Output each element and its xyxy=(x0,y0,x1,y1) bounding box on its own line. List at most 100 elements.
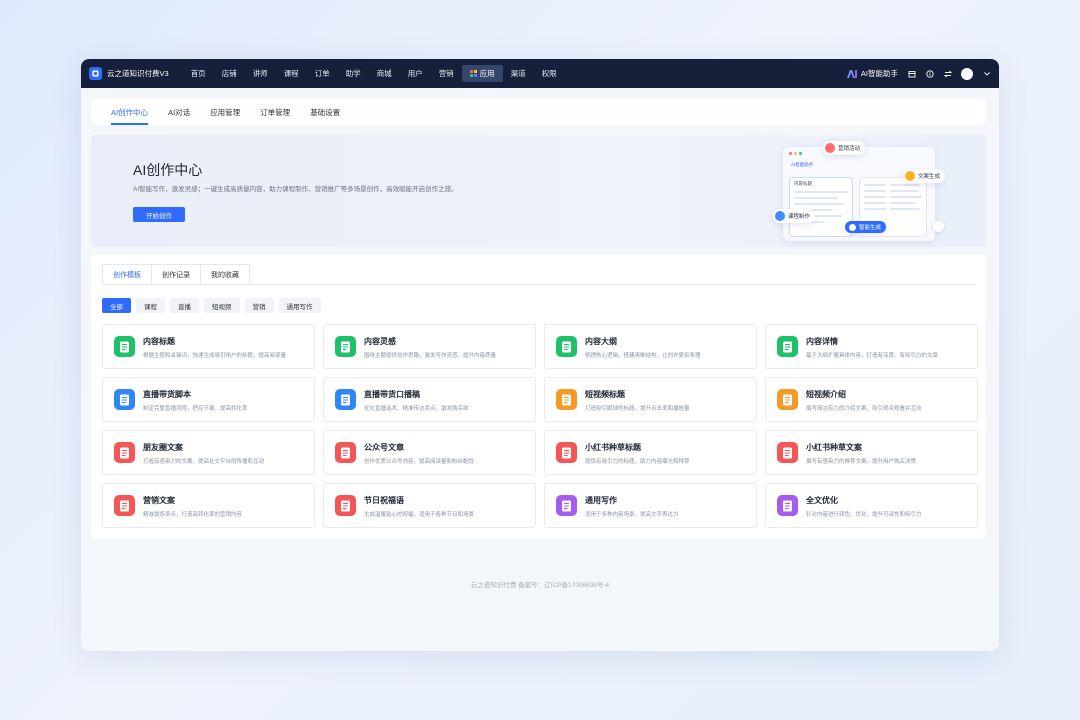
nav-label: 首页 xyxy=(190,69,206,78)
nav-item-course[interactable]: 课程 xyxy=(276,65,307,82)
template-card[interactable]: 短视频介绍 撰写简洁有力的介绍文案，吸引观众观看并互动 xyxy=(765,377,978,422)
nav-item-user[interactable]: 用户 xyxy=(400,65,431,82)
card-description: 围绕主题提供创作思路，激发写作灵感，提升内容质量 xyxy=(364,353,497,359)
card-title: 短视频介绍 xyxy=(806,390,846,399)
nav-label: 渠道 xyxy=(510,69,526,78)
nav-label: 讲师 xyxy=(252,69,268,78)
card-title: 公众号文章 xyxy=(364,443,404,452)
filter-general-writing[interactable]: 通用写作 xyxy=(278,298,321,313)
card-title: 朋友圈文案 xyxy=(143,443,183,452)
template-card[interactable]: 小红书种草文案 撰写有感染力的推荐文案，提升用户购买决策 xyxy=(765,430,978,475)
chip-label: 文案生成 xyxy=(918,174,941,180)
template-card[interactable]: 小红书种草标题提炼有吸引力的标题，助力内容曝光和种草 xyxy=(544,430,757,475)
template-card[interactable]: 公众号文章创作优质公众号内容，提高阅读量和粉丝黏性 xyxy=(323,430,536,475)
nav-item-apps[interactable]: 应用 xyxy=(461,65,503,82)
card-title: 全文优化 xyxy=(806,496,838,505)
filter-course[interactable]: 课程 xyxy=(136,298,165,313)
illustration-doc-heading: 内容标题 xyxy=(794,181,812,186)
topbar-actions: AI智能助手 xyxy=(846,67,991,80)
card-description: 梳理核心逻辑，搭建清晰结构，让创作更有条理 xyxy=(585,353,701,359)
outline-icon xyxy=(556,336,577,357)
template-card[interactable]: 内容大纲 梳理核心逻辑，搭建清晰结构，让创作更有条理 xyxy=(544,324,757,369)
template-card[interactable]: 朋友圈文案打造有感染力的文案，提高社交平台的传播和互动 xyxy=(102,430,315,475)
template-card[interactable]: 直播带货脚本 制定完整直播流程，把控节奏，提高转化率 xyxy=(102,377,315,422)
template-card[interactable]: 内容灵感 围绕主题提供创作思路，激发写作灵感，提升内容质量 xyxy=(323,324,536,369)
nav-label: 店铺 xyxy=(221,69,237,78)
card-description: 打造有感染力的文案，提高社交平台的传播和互动 xyxy=(143,459,265,465)
optimize-icon xyxy=(777,495,798,516)
tab-ai-chat[interactable]: AI对话 xyxy=(158,99,200,125)
template-card[interactable]: 营销文案 精准提炼卖点，打造高转化率的营销内容 xyxy=(102,483,315,528)
blessing-icon xyxy=(335,495,356,516)
template-card[interactable]: 节日祝福语生成温馨贴心的祝福，适用于各种节日和场景 xyxy=(323,483,536,528)
card-title: 小红书种草标题 xyxy=(585,443,641,452)
nav-label: 课程 xyxy=(283,69,299,78)
brand-name: 云之道知识付费V3 xyxy=(107,69,169,78)
nav-item-study[interactable]: 助学 xyxy=(338,65,369,82)
template-card[interactable]: 直播带货口播稿优化直播话术，精准传达卖点，激发购买欲 xyxy=(323,377,536,422)
tab-ai-creation-center[interactable]: AI创作中心 xyxy=(101,99,158,125)
card-description: 打造吸引眼球的标题，提升点击率和播放量 xyxy=(585,406,690,412)
nav-label: 应用 xyxy=(479,69,495,78)
store-icon[interactable] xyxy=(907,69,916,78)
nav-item-order[interactable]: 订单 xyxy=(307,65,338,82)
flame-icon xyxy=(825,143,835,153)
card-description: 提炼有吸引力的标题，助力内容曝光和种草 xyxy=(585,459,690,465)
template-card[interactable]: 内容标题根据主题和关键词，快速生成吸引用户的标题，提高阅读量 xyxy=(102,324,315,369)
rednote-title-icon xyxy=(556,442,577,463)
nav-item-lecturer[interactable]: 讲师 xyxy=(245,65,276,82)
start-creation-button[interactable]: 开始创作 xyxy=(133,207,185,222)
nav-item-permission[interactable]: 权限 xyxy=(534,65,565,82)
card-title: 营销文案 xyxy=(143,496,175,505)
filter-live[interactable]: 直播 xyxy=(170,298,199,313)
switch-icon[interactable] xyxy=(943,69,952,78)
video-intro-icon xyxy=(777,389,798,410)
sparkle-icon xyxy=(849,223,856,231)
nav-label: 权限 xyxy=(541,69,557,78)
nav-label: 商城 xyxy=(376,69,392,78)
tab-basic-settings[interactable]: 基础设置 xyxy=(300,99,350,125)
video-title-icon xyxy=(556,389,577,410)
tab-favorites[interactable]: 我的收藏 xyxy=(200,264,250,284)
doc-icon xyxy=(905,171,915,181)
ai-helper-label: AI智能助手 xyxy=(860,69,898,78)
logo-icon xyxy=(89,67,102,80)
filter-all[interactable]: 全部 xyxy=(102,298,131,313)
nav-label: 用户 xyxy=(407,69,423,78)
template-card[interactable]: 短视频标题打造吸引眼球的标题，提升点击率和播放量 xyxy=(544,377,757,422)
nav-item-home[interactable]: 首页 xyxy=(183,65,214,82)
illustration-panel-title: AI智能助手 xyxy=(791,162,814,167)
tab-order-management[interactable]: 订单管理 xyxy=(250,99,300,125)
nav-label: 助学 xyxy=(345,69,361,78)
chevron-down-icon[interactable] xyxy=(982,69,991,78)
chip-copy-generation: 文案生成 xyxy=(903,169,946,183)
template-card[interactable]: 全文优化 针对内容进行润色、优化，提升可读性和吸引力 xyxy=(765,483,978,528)
card-title: 短视频标题 xyxy=(585,390,625,399)
tab-templates[interactable]: 创作模板 xyxy=(102,264,152,284)
template-card[interactable]: 内容详情 基于大纲扩展具体内容，打造有深度、有吸引力的文章 xyxy=(765,324,978,369)
card-description: 制定完整直播流程，把控节奏，提高转化率 xyxy=(143,406,248,412)
card-title: 通用写作 xyxy=(585,496,617,505)
card-description: 生成温馨贴心的祝福，适用于各种节日和场景 xyxy=(364,512,475,518)
chip-label: 智能生成 xyxy=(859,225,882,231)
nav-item-marketing[interactable]: 营销 xyxy=(431,65,462,82)
tab-app-management[interactable]: 应用管理 xyxy=(200,99,250,125)
card-description: 优化直播话术，精准传达卖点，激发购买欲 xyxy=(364,406,469,412)
avatar[interactable] xyxy=(961,67,973,80)
template-card[interactable]: 通用写作 适用于多种内容场景，提高文字表达力 xyxy=(544,483,757,528)
card-title: 节日祝福语 xyxy=(364,496,404,505)
card-title: 内容标题 xyxy=(143,337,175,346)
app-window: 云之道知识付费V3 首页 店铺 讲师 课程 订单 助学 商城 用户 营销 应用 … xyxy=(81,59,999,651)
card-description: 基于大纲扩展具体内容，打造有深度、有吸引力的文章 xyxy=(806,353,939,359)
info-icon[interactable] xyxy=(925,69,934,78)
filter-marketing[interactable]: 营销 xyxy=(244,298,274,313)
nav-item-mall[interactable]: 商城 xyxy=(369,65,400,82)
tab-records[interactable]: 创作记录 xyxy=(151,264,201,284)
filter-short-video[interactable]: 短视频 xyxy=(204,298,240,313)
card-title: 直播带货口播稿 xyxy=(364,390,420,399)
nav-item-store[interactable]: 店铺 xyxy=(214,65,245,82)
card-description: 根据主题和关键词，快速生成吸引用户的标题，提高阅读量 xyxy=(143,353,287,359)
nav-item-channel[interactable]: 渠道 xyxy=(503,65,534,82)
ai-helper-button[interactable]: AI智能助手 xyxy=(846,68,898,79)
card-description: 创作优质公众号内容，提高阅读量和粉丝黏性 xyxy=(364,459,475,465)
